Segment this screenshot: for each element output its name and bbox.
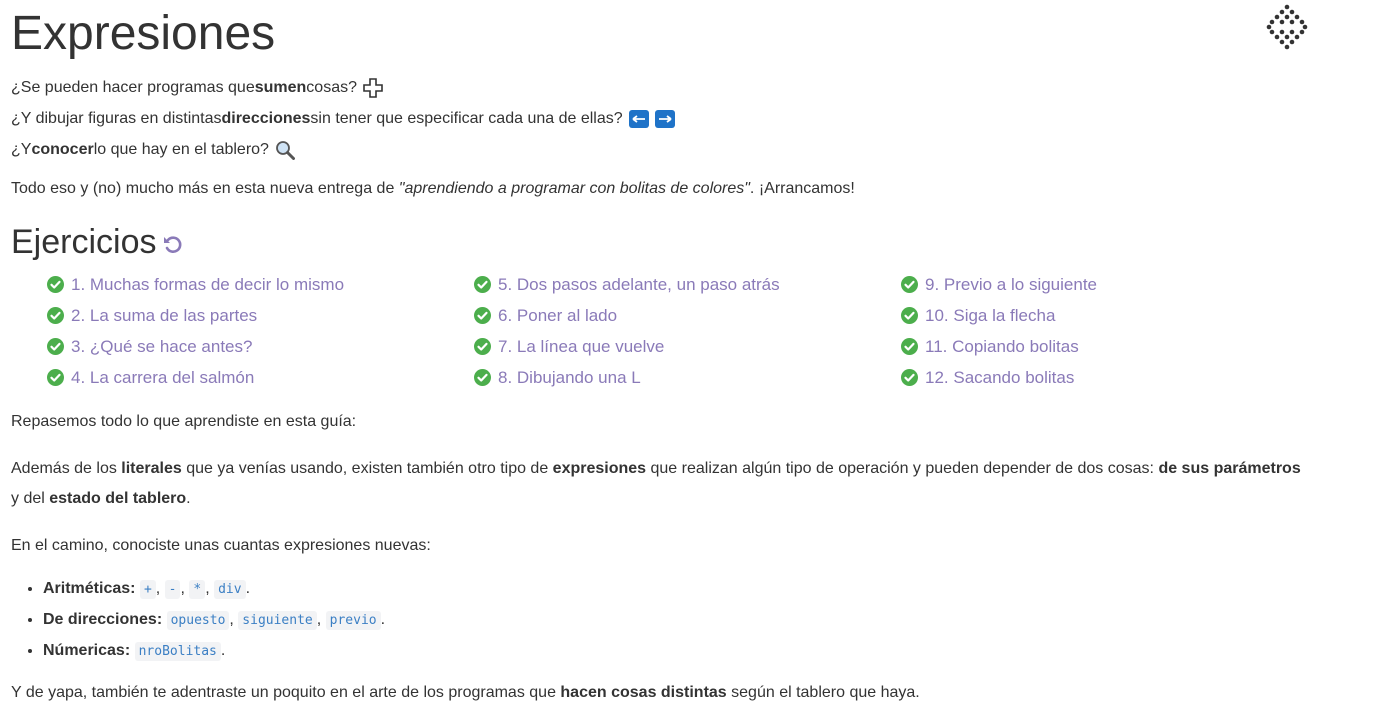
reset-icon[interactable] [162,234,184,256]
intro-line-3: ¿Y conocer lo que hay en el tablero? [11,134,1351,165]
exercise-label[interactable]: 11. Copiando bolitas [925,337,1079,357]
exercise-item[interactable]: 3. ¿Qué se hace antes? [47,331,474,362]
exercise-item[interactable]: 10. Siga la flecha [901,300,1328,331]
exercise-label[interactable]: 7. La línea que vuelve [498,337,664,357]
page-title: Expresiones [11,7,276,60]
exercise-label[interactable]: 1. Muchas formas de decir lo mismo [71,275,344,295]
exercise-label[interactable]: 3. ¿Qué se hace antes? [71,337,252,357]
exercise-item[interactable]: 6. Poner al lado [474,300,901,331]
lesson-page: Expresiones ¿Se pueden hacer programas q… [11,0,1351,708]
check-icon [47,307,64,324]
exercise-label[interactable]: 8. Dibujando una L [498,368,641,388]
exercise-label[interactable]: 5. Dos pasos adelante, un paso atrás [498,275,780,295]
exercise-item[interactable]: 8. Dibujando una L [474,362,901,393]
exercise-item[interactable]: 2. La suma de las partes [47,300,474,331]
expressions-list: Aritméticas: +, -, *, div. De direccione… [11,573,1351,666]
summary-last-paragraph: Y de yapa, también te adentraste un poqu… [11,684,920,701]
summary-paragraph-1: Además de los literales que ya venías us… [11,460,1301,507]
check-icon [474,307,491,324]
check-icon [47,369,64,386]
check-icon [47,276,64,293]
exercise-label[interactable]: 2. La suma de las partes [71,306,257,326]
list-item-arithmetic: Aritméticas: +, -, *, div. [43,573,1351,604]
check-icon [901,276,918,293]
check-icon [474,369,491,386]
exercise-label[interactable]: 9. Previo a lo siguiente [925,275,1097,295]
code-snippet: opuesto [166,611,230,630]
check-icon [901,369,918,386]
summary-paragraph-2: En el camino, conociste unas cuantas exp… [11,537,431,554]
check-icon [474,276,491,293]
code-snippet: siguiente [238,611,317,630]
summary-section: Repasemos todo lo que aprendiste en esta… [11,407,1351,708]
intro-line-2: ¿Y dibujar figuras en distintas direccio… [11,103,1351,134]
plus-icon [363,77,383,98]
intro-paragraph: Todo eso y (no) mucho más en esta nueva … [11,180,855,197]
check-icon [901,307,918,324]
code-snippet: * [189,580,206,599]
exercise-item[interactable]: 11. Copiando bolitas [901,331,1328,362]
exercise-item[interactable]: 1. Muchas formas de decir lo mismo [47,269,474,300]
exercise-item[interactable]: 9. Previo a lo siguiente [901,269,1328,300]
exercises-heading: Ejercicios [11,225,1351,259]
exercise-label[interactable]: 6. Poner al lado [498,306,617,326]
intro-line-1: ¿Se pueden hacer programas que sumen cos… [11,72,1351,103]
right-arrow-icon [654,109,675,128]
exercise-item[interactable]: 5. Dos pasos adelante, un paso atrás [474,269,901,300]
code-snippet: previo [325,611,381,630]
code-snippet: - [164,580,181,599]
list-item-directions: De direcciones: opuesto, siguiente, prev… [43,604,1351,635]
exercise-item[interactable]: 12. Sacando bolitas [901,362,1328,393]
exercise-item[interactable]: 7. La línea que vuelve [474,331,901,362]
exercise-label[interactable]: 4. La carrera del salmón [71,368,254,388]
summary-intro: Repasemos todo lo que aprendiste en esta… [11,413,357,430]
check-icon [474,338,491,355]
code-snippet: nroBolitas [134,642,221,661]
left-arrow-icon [628,109,649,128]
code-snippet: + [139,580,156,599]
check-icon [47,338,64,355]
exercise-label[interactable]: 12. Sacando bolitas [925,368,1074,388]
code-snippet: div [214,580,246,599]
exercise-list: 1. Muchas formas de decir lo mismo 2. La … [47,269,1351,393]
magnifier-icon [276,140,295,160]
exercise-item[interactable]: 4. La carrera del salmón [47,362,474,393]
exercise-label[interactable]: 10. Siga la flecha [925,306,1055,326]
list-item-numeric: Númericas: nroBolitas. [43,635,1351,666]
check-icon [901,338,918,355]
